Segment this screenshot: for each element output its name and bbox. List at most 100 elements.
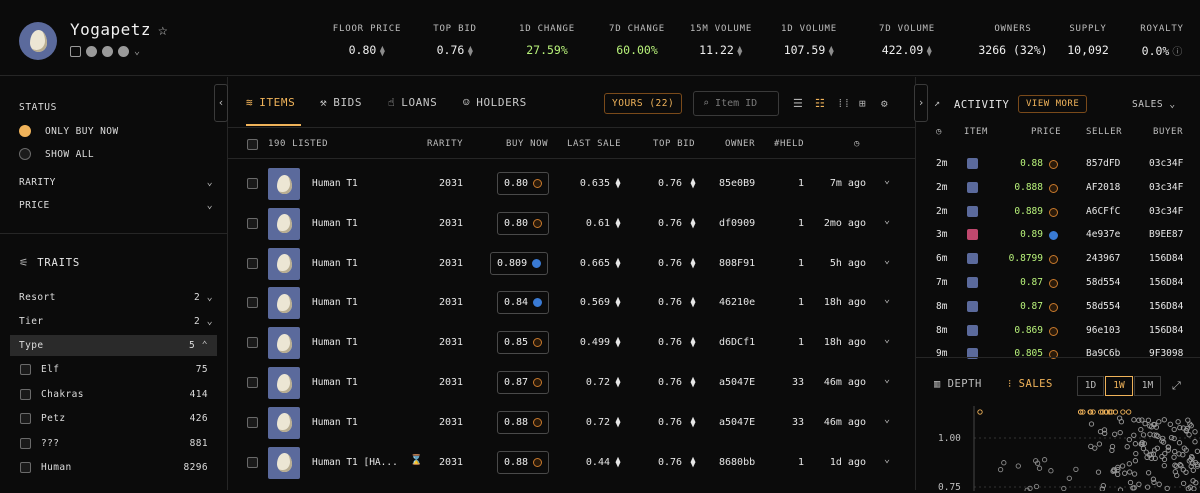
buy-now-button[interactable]: 0.809: [490, 251, 549, 275]
select-all-checkbox[interactable]: [247, 139, 258, 150]
activity-item-thumbnail[interactable]: [967, 205, 978, 217]
activity-filter-dropdown[interactable]: SALES ⌄: [1132, 99, 1176, 110]
rarity-filter[interactable]: RARITY ⌄: [19, 177, 213, 188]
large-grid-icon[interactable]: ⊞: [859, 97, 866, 110]
yours-button[interactable]: YOURS (22): [604, 93, 683, 114]
table-row[interactable]: Human T1 2031 0.87 0.72 ⧫ 0.76 ⧫ a5047E 33 46m ag…: [228, 363, 916, 403]
chevron-down-icon[interactable]: ⌄: [884, 374, 890, 385]
activity-seller[interactable]: A6CFfC: [1086, 206, 1120, 217]
radio-show-all[interactable]: [19, 148, 31, 160]
tab-items[interactable]: ≋ ITEMS: [246, 96, 295, 109]
type-option-q[interactable]: ??? 881: [20, 437, 208, 449]
activity-item-thumbnail[interactable]: [967, 181, 978, 193]
item-thumbnail[interactable]: [268, 446, 300, 479]
chevron-down-icon[interactable]: ⌄: [884, 454, 890, 465]
chevron-down-icon[interactable]: ⌄: [884, 294, 890, 305]
chevron-down-icon[interactable]: ⌄: [884, 414, 890, 425]
twitter-icon[interactable]: [86, 46, 97, 57]
col-rarity[interactable]: RARITY: [427, 139, 463, 149]
item-thumbnail[interactable]: [268, 367, 300, 399]
owner-address[interactable]: 85e0B9: [719, 178, 755, 189]
col-held[interactable]: #HELD: [774, 139, 804, 149]
chevron-down-icon[interactable]: ⌄: [884, 215, 890, 226]
type-option-elf[interactable]: Elf 75: [20, 364, 208, 375]
list-view-icon[interactable]: ☰: [793, 97, 803, 110]
activity-seller[interactable]: 243967: [1086, 253, 1120, 264]
chevron-down-icon[interactable]: ⌄: [884, 334, 890, 345]
activity-seller[interactable]: 58d554: [1086, 277, 1120, 288]
activity-buyer[interactable]: 156D84: [1149, 253, 1183, 264]
col-buy-now[interactable]: BUY NOW: [506, 139, 548, 149]
table-row[interactable]: Human T1 2031 0.80 0.635 ⧫ 0.76 ⧫ 85e0B9 1 7m ago…: [228, 164, 916, 204]
activity-item-thumbnail[interactable]: [967, 277, 978, 288]
activity-row[interactable]: 8m 0.87 58d554 156D84: [916, 296, 1200, 320]
row-checkbox[interactable]: [247, 297, 258, 309]
table-row[interactable]: Human T1 2031 0.88 0.72 ⧫ 0.76 ⧫ a5047E 33 46m ag…: [228, 403, 916, 443]
owner-address[interactable]: 46210e: [719, 297, 755, 308]
trait-resort[interactable]: Resort 2 ⌄: [19, 292, 213, 303]
item-thumbnail[interactable]: [268, 207, 300, 240]
clock-icon[interactable]: ◷: [854, 139, 860, 149]
activity-seller[interactable]: AF2018: [1086, 182, 1120, 193]
owner-address[interactable]: d6DCf1: [719, 337, 755, 348]
activity-row[interactable]: 8m 0.869 96e103 156D84: [916, 320, 1200, 344]
activity-buyer[interactable]: 03c34F: [1149, 182, 1183, 193]
activity-seller[interactable]: 96e103: [1086, 325, 1120, 336]
row-checkbox[interactable]: [247, 337, 258, 349]
row-checkbox[interactable]: [247, 217, 258, 229]
buy-now-button[interactable]: 0.84: [497, 291, 550, 315]
activity-row[interactable]: 2m 0.889 A6CFfC 03c34F: [916, 201, 1200, 225]
type-checkbox[interactable]: [20, 462, 31, 473]
website-icon[interactable]: [118, 46, 129, 57]
tab-loans[interactable]: ☝ LOANS: [388, 96, 437, 109]
type-checkbox[interactable]: [20, 437, 31, 449]
activity-row[interactable]: 2m 0.888 AF2018 03c34F: [916, 177, 1200, 201]
col-top-bid[interactable]: TOP BID: [653, 139, 695, 149]
table-row[interactable]: Human T1 2031 0.809 0.665 ⧫ 0.76 ⧫ 808F91 1 5h ag…: [228, 244, 916, 284]
radio-only-buy-now[interactable]: [19, 125, 31, 137]
type-option-human[interactable]: Human 8296: [20, 462, 208, 473]
col-owner[interactable]: OWNER: [725, 139, 755, 149]
row-checkbox[interactable]: [247, 456, 258, 468]
owner-address[interactable]: 808F91: [719, 258, 755, 269]
col-last-sale[interactable]: LAST SALE: [567, 139, 621, 149]
copy-icon[interactable]: [70, 46, 81, 57]
show-all-label[interactable]: SHOW ALL: [45, 149, 94, 160]
type-option-petz[interactable]: Petz 426: [20, 413, 208, 424]
type-checkbox[interactable]: [20, 388, 31, 400]
owner-address[interactable]: a5047E: [719, 417, 755, 428]
row-checkbox[interactable]: [247, 377, 258, 388]
type-checkbox[interactable]: [20, 413, 31, 424]
row-checkbox[interactable]: [247, 416, 258, 428]
row-checkbox[interactable]: [247, 178, 258, 189]
owner-address[interactable]: a5047E: [719, 377, 755, 388]
buy-now-button[interactable]: 0.80: [497, 172, 550, 195]
chevron-down-icon[interactable]: ⌄: [884, 255, 890, 266]
owner-address[interactable]: df0909: [719, 218, 755, 229]
buy-now-button[interactable]: 0.88: [497, 410, 550, 434]
settings-gear-icon[interactable]: ⚙: [881, 97, 888, 110]
activity-row[interactable]: 6m 0.8799 243967 156D84: [916, 248, 1200, 272]
activity-row[interactable]: 7m 0.87 58d554 156D84: [916, 272, 1200, 296]
type-checkbox[interactable]: [20, 364, 31, 375]
activity-item-thumbnail[interactable]: [967, 300, 978, 312]
trait-type[interactable]: Type 5 ⌃: [10, 335, 217, 356]
buy-now-button[interactable]: 0.88: [497, 450, 550, 474]
trait-tier[interactable]: Tier 2 ⌄: [19, 316, 213, 327]
table-row[interactable]: Human T1 2031 0.84 0.569 ⧫ 0.76 ⧫ 46210e 1 18h ag…: [228, 283, 916, 323]
item-thumbnail[interactable]: [268, 327, 300, 360]
table-row[interactable]: Human T1 [HA... ⌛ 2031 0.88 0.44 ⧫ 0.76 ⧫ 8680bb…: [228, 443, 916, 483]
table-row[interactable]: Human T1 2031 0.80 0.61 ⧫ 0.76 ⧫ df0909 1 2mo ago…: [228, 204, 916, 244]
price-filter[interactable]: PRICE ⌄: [19, 200, 213, 211]
collapse-left-button[interactable]: ‹: [214, 84, 228, 122]
activity-row[interactable]: 2m 0.88 857dFD 03c34F: [916, 153, 1200, 177]
activity-buyer[interactable]: 03c34F: [1149, 158, 1183, 169]
activity-item-thumbnail[interactable]: [967, 158, 978, 169]
buy-now-button[interactable]: 0.80: [497, 211, 550, 235]
activity-buyer[interactable]: 156D84: [1149, 277, 1183, 288]
item-thumbnail[interactable]: [268, 406, 300, 439]
buy-now-button[interactable]: 0.87: [497, 371, 550, 394]
favorite-star-icon[interactable]: ☆: [158, 20, 168, 39]
owner-address[interactable]: 8680bb: [719, 457, 755, 468]
chevron-down-icon[interactable]: ⌄: [134, 46, 140, 57]
